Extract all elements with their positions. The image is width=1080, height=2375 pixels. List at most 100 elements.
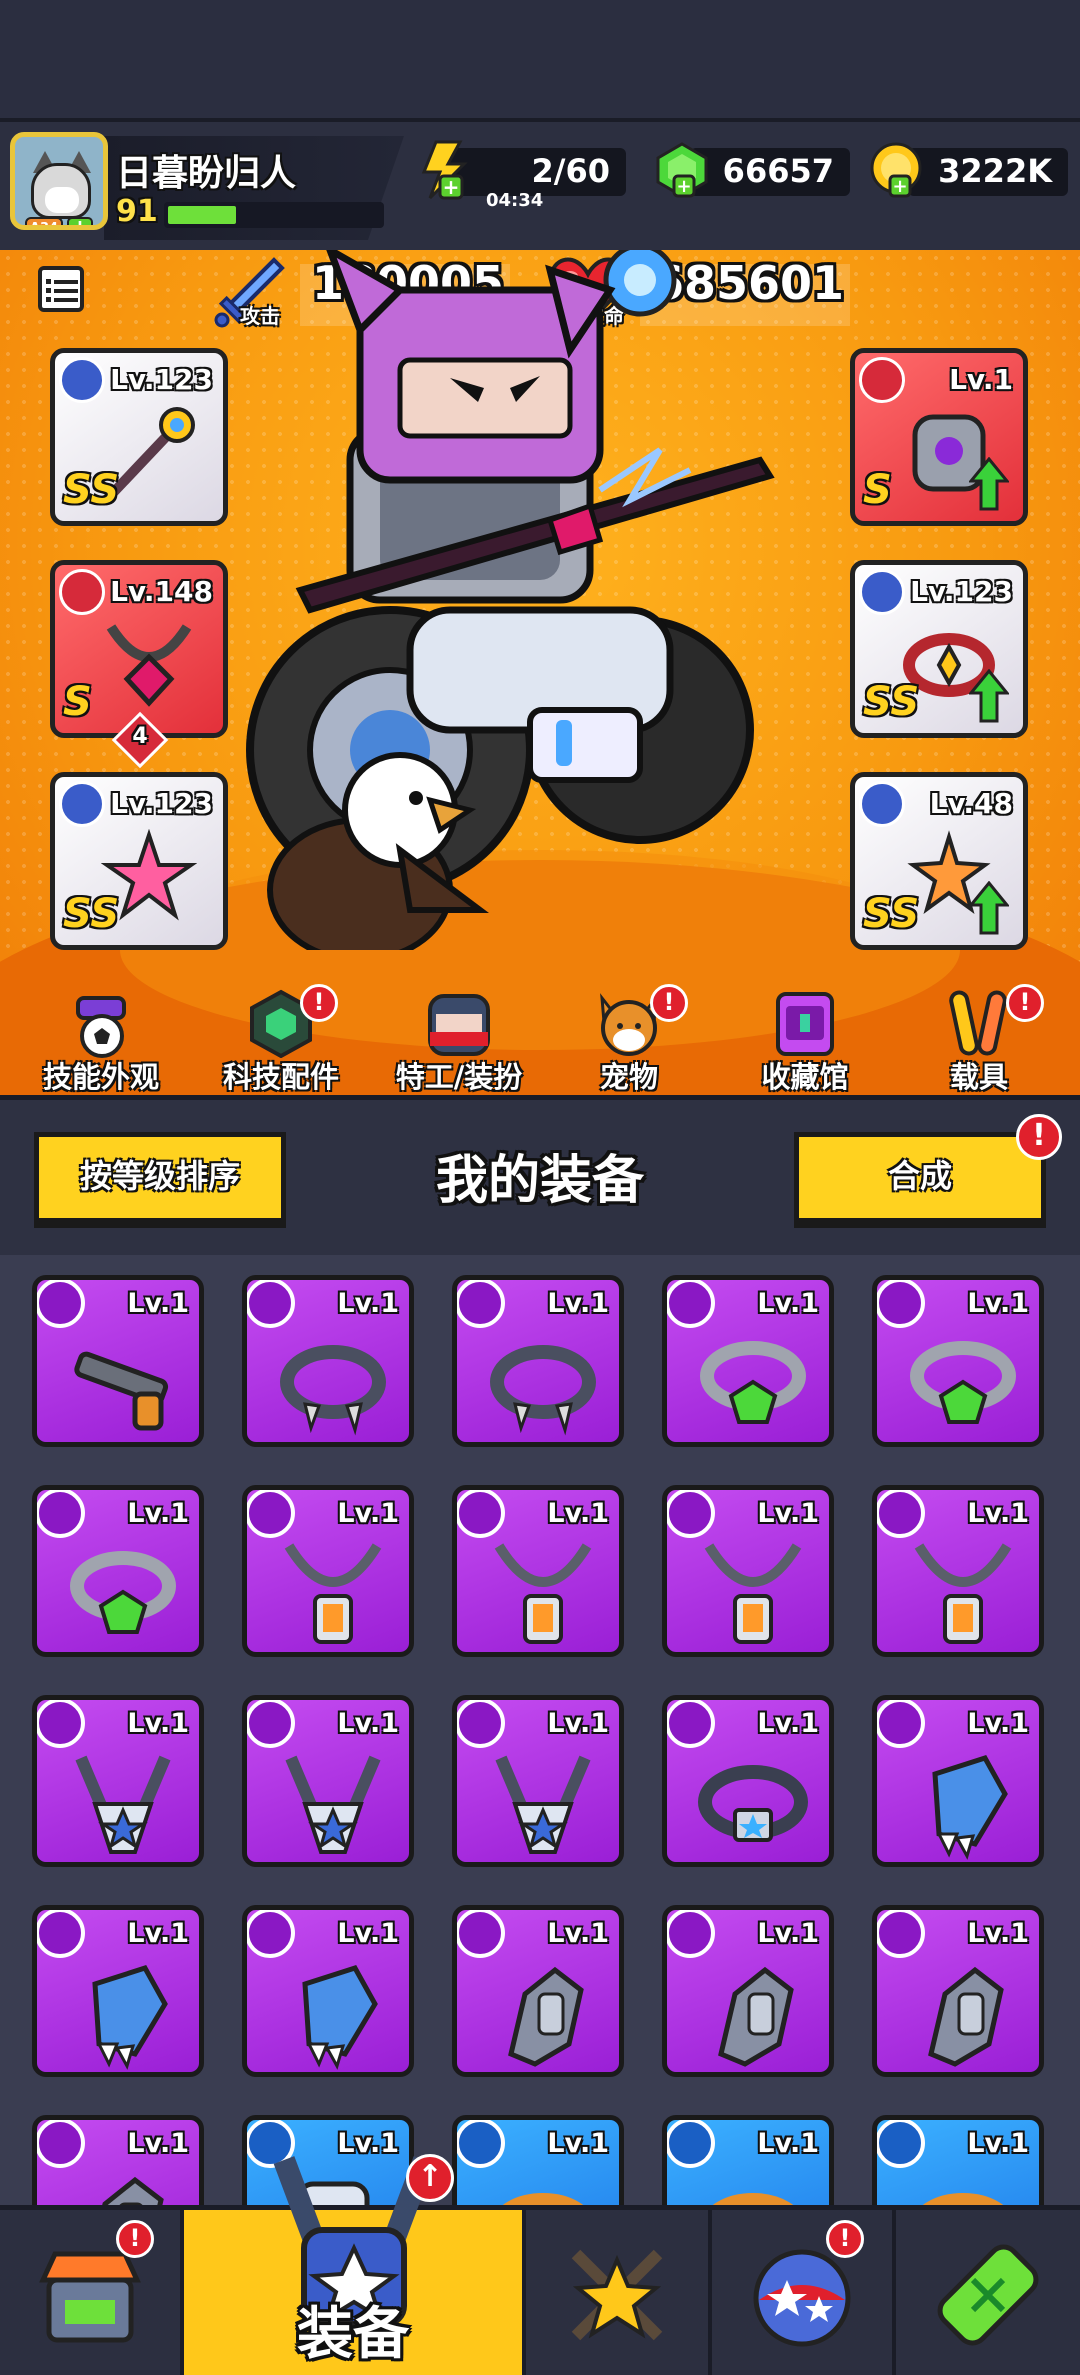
star-necklace-icon: [285, 1755, 381, 1854]
tab-pvp[interactable]: !: [712, 2210, 896, 2375]
inventory-item-star-necklace[interactable]: Lv.1: [32, 1695, 204, 1867]
list-menu-button[interactable]: [38, 266, 84, 312]
feature-label: 载具: [949, 1060, 1008, 1094]
inventory-item-star-necklace[interactable]: Lv.1: [242, 1695, 414, 1867]
slot-type-icon: [877, 1910, 925, 1958]
upgrade-arrow-icon: [969, 881, 1009, 935]
gold-value: 3222K: [938, 152, 1052, 190]
item-level: Lv.1: [337, 1918, 399, 1949]
inventory-item-ring[interactable]: Lv.1: [662, 2115, 834, 2205]
fur-glove-icon: [92, 1964, 168, 2070]
inventory-item-weapon[interactable]: Lv.1: [32, 1275, 204, 1447]
inventory-item-ring[interactable]: Lv.1: [872, 2115, 1044, 2205]
slot-type-icon: [877, 2120, 925, 2168]
inventory-item-fur-glove[interactable]: Lv.1: [242, 1905, 414, 2077]
inventory-item-gem-ring[interactable]: Lv.1: [662, 1275, 834, 1447]
feature-agent-costume[interactable]: 特工/装扮: [374, 988, 544, 1094]
inventory-item-spiked-collar[interactable]: Lv.1: [452, 1275, 624, 1447]
item-level: Lv.1: [967, 1708, 1029, 1739]
slot-type-icon: [457, 1280, 505, 1328]
inventory-item-fur-glove[interactable]: Lv.1: [872, 1695, 1044, 1867]
equipped-weapon-card[interactable]: Lv.123 SS: [50, 348, 228, 526]
star-count: 4: [132, 724, 148, 749]
alert-badge: !: [300, 984, 338, 1022]
armor-glove-icon: [508, 1966, 584, 2067]
feature-collection[interactable]: 收藏馆: [720, 988, 890, 1094]
equipped-boot-card[interactable]: Lv.48 SS: [850, 772, 1028, 950]
hero-character[interactable]: [240, 250, 800, 950]
gear-rank: S: [63, 679, 92, 725]
feature-pet[interactable]: ! 宠物: [544, 984, 714, 1094]
feature-tech-parts[interactable]: ! 科技配件: [196, 984, 366, 1094]
upgrade-arrow-icon: [969, 669, 1009, 723]
chain-necklace-icon: [106, 624, 192, 707]
item-level: Lv.1: [757, 1708, 819, 1739]
item-level: Lv.1: [757, 1918, 819, 1949]
gold-coin-icon[interactable]: +: [868, 140, 928, 200]
feature-label: 宠物: [599, 1060, 658, 1094]
inventory-item-armor-glove[interactable]: Lv.1: [452, 1905, 624, 2077]
equipped-belt-card[interactable]: Lv.123 SS: [850, 560, 1028, 738]
glove-slot-icon: [59, 781, 105, 827]
chain-necklace-icon: [704, 1543, 802, 1644]
merge-alert-badge: !: [1016, 1114, 1062, 1160]
slot-type-icon: [457, 1490, 505, 1538]
tab-gene[interactable]: [896, 2210, 1080, 2375]
tab-equipment-label: 装备: [297, 2302, 409, 2367]
bottom-nav: ! ↑ 装备 !: [0, 2154, 1080, 2375]
chain-necklace-icon: [494, 1543, 592, 1644]
equipment-upgrade-badge: ↑: [406, 2154, 454, 2202]
tab-shop[interactable]: !: [0, 2210, 184, 2375]
armor-slot-icon: [859, 357, 905, 403]
inventory-item-armor-glove[interactable]: Lv.1: [32, 2115, 204, 2205]
inventory-item-fur-glove[interactable]: Lv.1: [32, 1905, 204, 2077]
slot-type-icon: [247, 1910, 295, 1958]
slot-type-icon: [667, 1490, 715, 1538]
gold-display[interactable]: 3222K: [908, 148, 1068, 196]
item-level: Lv.1: [967, 1498, 1029, 1529]
slot-type-icon: [37, 1700, 85, 1748]
inventory-item-chain-necklace[interactable]: Lv.1: [872, 1485, 1044, 1657]
inventory-item-ring[interactable]: Lv.1: [452, 2115, 624, 2205]
status-bar-area: [0, 0, 1080, 118]
inventory-item-chain-necklace[interactable]: Lv.1: [242, 1485, 414, 1657]
inventory-item-armor-glove[interactable]: Lv.1: [872, 1905, 1044, 2077]
tab-equipment[interactable]: ↑ 装备: [184, 2154, 526, 2375]
inventory-item-chain-necklace[interactable]: Lv.1: [662, 1485, 834, 1657]
inventory-item-chain-necklace[interactable]: Lv.1: [452, 1485, 624, 1657]
gear-level: Lv.123: [910, 575, 1013, 608]
avatar-plus-icon[interactable]: +: [67, 217, 93, 225]
cat-face-icon: [45, 187, 79, 213]
gear-rank: SS: [63, 891, 120, 937]
svg-text:+: +: [676, 176, 691, 197]
equipped-glove-card[interactable]: Lv.123 SS: [50, 772, 228, 950]
gem-icon[interactable]: +: [652, 140, 712, 200]
inventory-item-star-belt[interactable]: Lv.1: [662, 1695, 834, 1867]
inventory-item-star-necklace[interactable]: Lv.1: [452, 1695, 624, 1867]
gear-level: Lv.123: [110, 787, 213, 820]
avatar[interactable]: A34 +: [10, 132, 108, 230]
item-level: Lv.1: [547, 1288, 609, 1319]
slot-type-icon: [457, 1910, 505, 1958]
inventory-item-gem-ring[interactable]: Lv.1: [872, 1275, 1044, 1447]
alert-badge: !: [650, 984, 688, 1022]
feature-skill-skin[interactable]: 技能外观: [16, 988, 186, 1094]
tab-battle[interactable]: [526, 2210, 712, 2375]
alert-badge: !: [116, 2220, 154, 2258]
item-level: Lv.1: [547, 1498, 609, 1529]
feature-vehicle[interactable]: ! 载具: [894, 984, 1064, 1094]
item-level: Lv.1: [127, 1288, 189, 1319]
equipped-armor-card[interactable]: Lv.1 S: [850, 348, 1028, 526]
slot-type-icon: [37, 2120, 85, 2168]
item-level: Lv.1: [337, 1498, 399, 1529]
gear-rank: SS: [863, 679, 920, 725]
inventory-item-armor-glove[interactable]: Lv.1: [662, 1905, 834, 2077]
inventory-item-spiked-collar[interactable]: Lv.1: [242, 1275, 414, 1447]
boot-slot-icon: [859, 781, 905, 827]
item-level: Lv.1: [547, 1918, 609, 1949]
slot-type-icon: [667, 1280, 715, 1328]
inventory-item-gem-ring[interactable]: Lv.1: [32, 1485, 204, 1657]
merge-button[interactable]: 合成: [794, 1132, 1046, 1228]
gem-ring-icon: [910, 1341, 1016, 1424]
gem-display[interactable]: 66657: [690, 148, 850, 196]
